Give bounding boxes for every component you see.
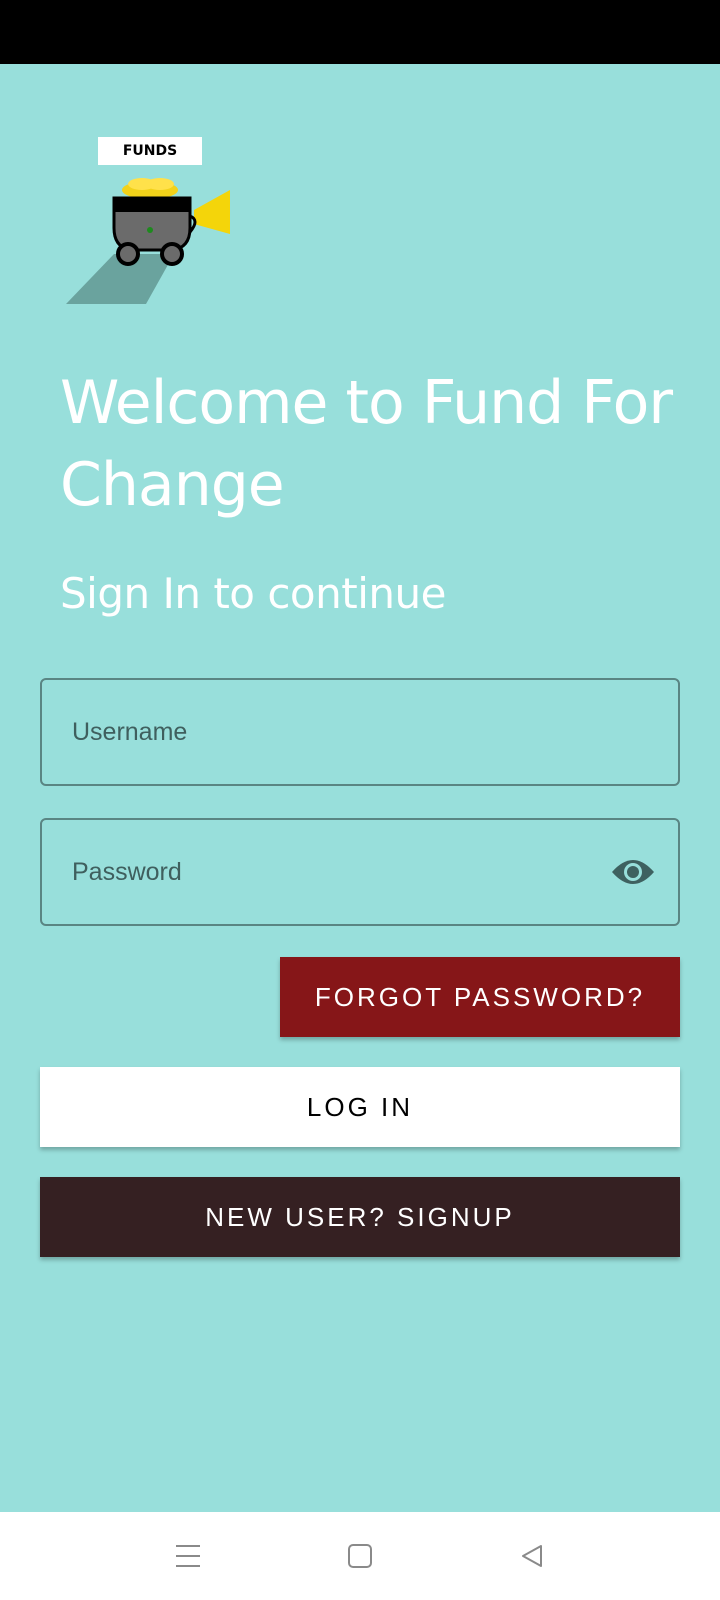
login-button[interactable]: LOG IN xyxy=(40,1067,680,1147)
password-field[interactable] xyxy=(40,818,680,926)
home-icon xyxy=(348,1544,372,1568)
back-button[interactable] xyxy=(508,1532,556,1580)
back-icon xyxy=(522,1545,542,1567)
logo-funds-tag: FUNDS xyxy=(98,137,202,165)
username-field[interactable] xyxy=(40,678,680,786)
page-subtitle: Sign In to continue xyxy=(60,569,446,618)
signup-button[interactable]: NEW USER? SIGNUP xyxy=(40,1177,680,1257)
forgot-password-button[interactable]: FORGOT PASSWORD? xyxy=(280,957,680,1037)
navigation-bar xyxy=(0,1512,720,1600)
password-input[interactable] xyxy=(72,820,592,924)
username-input[interactable] xyxy=(72,680,592,784)
eye-icon[interactable] xyxy=(610,854,656,890)
page-title: Welcome to Fund For Change xyxy=(60,368,673,520)
status-bar xyxy=(0,0,720,64)
home-button[interactable] xyxy=(336,1532,384,1580)
menu-button[interactable] xyxy=(164,1532,212,1580)
menu-icon xyxy=(176,1545,200,1567)
